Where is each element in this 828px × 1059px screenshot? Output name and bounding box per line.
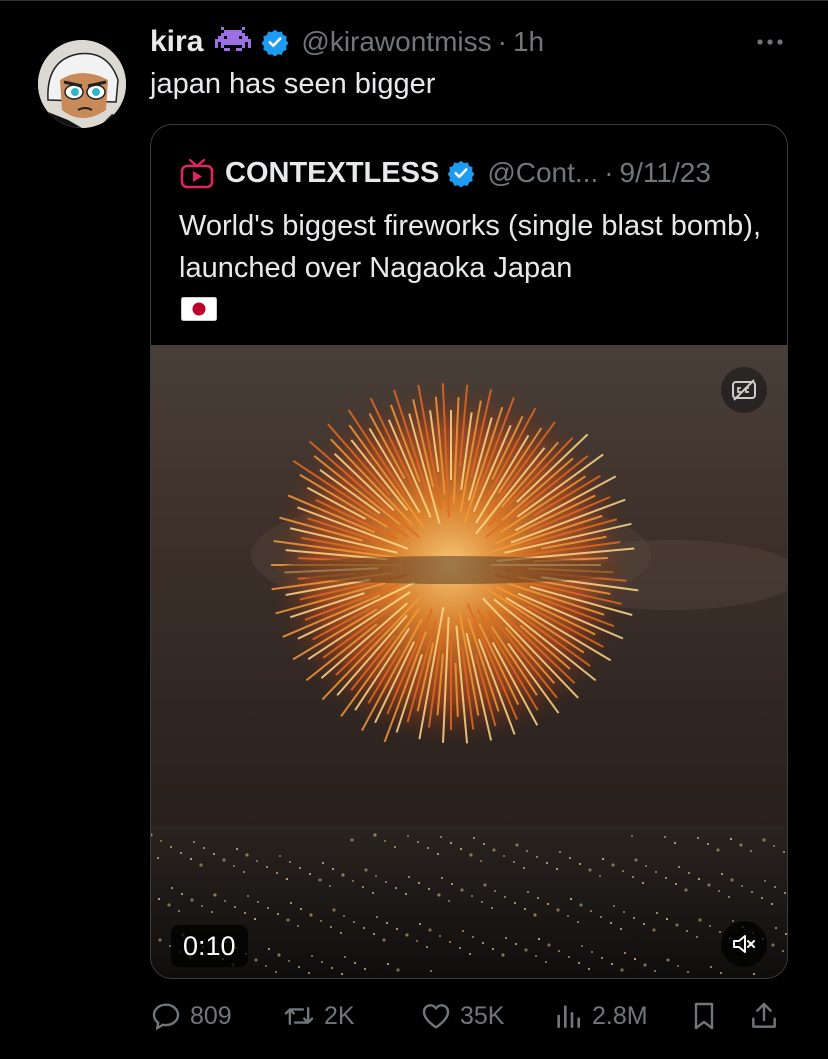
- video-timer: 0:10: [171, 925, 248, 967]
- repost-count: 2K: [324, 1001, 355, 1030]
- more-options-icon[interactable]: [752, 26, 788, 56]
- alien-monster-icon: [215, 27, 252, 57]
- fireworks-video-frame: [151, 383, 787, 978]
- quoted-post-text: World's biggest fireworks (single blast …: [179, 210, 761, 284]
- quoted-author-name[interactable]: CONTEXTLESS: [225, 157, 439, 190]
- post-header: kira @kirawontmiss · 1h: [150, 24, 544, 60]
- like-button[interactable]: 35K: [420, 996, 504, 1036]
- reply-icon: [152, 1003, 180, 1031]
- separator-dot: ·: [497, 26, 507, 57]
- share-icon: [752, 1002, 776, 1028]
- post-text: japan has seen bigger: [150, 68, 436, 100]
- post-time[interactable]: 1h: [513, 26, 544, 58]
- author-avatar[interactable]: [38, 40, 126, 128]
- japan-flag-icon: [181, 297, 217, 321]
- analytics-icon: [557, 1005, 580, 1028]
- quoted-post-header: CONTEXTLESS @Cont... · 9/11/23: [179, 155, 711, 191]
- bookmark-icon: [694, 1002, 714, 1030]
- like-count: 35K: [460, 1001, 505, 1030]
- reply-button[interactable]: 809: [150, 996, 232, 1036]
- views-button[interactable]: 2.8M: [552, 996, 648, 1036]
- bookmark-button[interactable]: [688, 996, 720, 1036]
- quoted-author-handle[interactable]: @Cont...: [487, 157, 598, 189]
- heart-icon: [422, 1004, 450, 1029]
- repost-icon: [284, 1006, 314, 1026]
- reply-count: 809: [190, 1001, 232, 1030]
- action-bar: 809 2K 35K 2.8M: [150, 996, 790, 1036]
- author-handle[interactable]: @kirawontmiss: [301, 26, 491, 58]
- captions-off-icon[interactable]: [721, 367, 767, 413]
- share-button[interactable]: [748, 996, 780, 1036]
- quoted-post-date[interactable]: 9/11/23: [620, 157, 711, 189]
- author-name[interactable]: kira: [150, 25, 203, 59]
- verified-badge-icon[interactable]: [261, 28, 289, 57]
- quoted-post[interactable]: CONTEXTLESS @Cont... · 9/11/23 World's b…: [150, 124, 788, 979]
- muted-speaker-icon[interactable]: [721, 921, 767, 967]
- verified-badge-icon[interactable]: [447, 159, 475, 188]
- top-divider: [0, 0, 828, 1]
- tv-logo-icon: [179, 155, 215, 191]
- video-player[interactable]: 0:10: [151, 345, 787, 978]
- separator-dot: ·: [604, 157, 614, 188]
- view-count: 2.8M: [592, 1001, 648, 1030]
- repost-button[interactable]: 2K: [282, 996, 355, 1036]
- cartoon-avatar-icon: [38, 40, 126, 128]
